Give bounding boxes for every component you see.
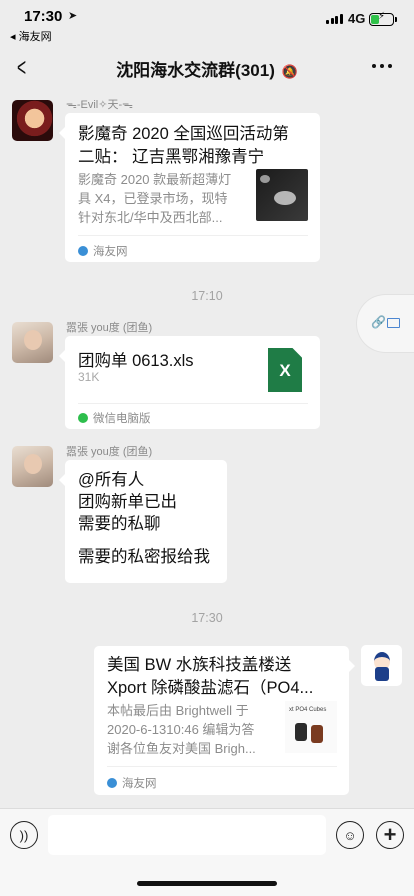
text-message-bubble[interactable]: @所有人 团购新单已出 需要的私聊 需要的私密报给我 (59, 460, 227, 583)
more-icon[interactable] (372, 64, 392, 68)
file-message-bubble[interactable]: 团购单 0613.xls 31K X 微信电脑版 (59, 336, 320, 429)
file-source: 微信电脑版 (78, 410, 151, 426)
wechat-pc-icon (78, 413, 88, 423)
avatar-tuanyu[interactable] (12, 446, 53, 487)
avatar-self[interactable] (361, 645, 402, 686)
timestamp: 17:10 (191, 289, 223, 303)
home-indicator[interactable] (137, 881, 277, 886)
divider (78, 235, 308, 236)
site-logo-icon (107, 778, 117, 788)
timestamp: 17:30 (191, 611, 223, 625)
source-label: 海友网 (93, 246, 128, 258)
card-thumbnail: xt PO4 Cubes (285, 701, 337, 753)
excel-file-icon: X (268, 348, 302, 392)
plus-icon[interactable]: + (376, 821, 404, 849)
article-card-bubble[interactable]: 美国 BW 水族科技盖楼送 Xport 除磷酸盐滤石（PO4... 本帖最后由 … (94, 646, 355, 795)
site-logo-icon (78, 246, 88, 256)
location-arrow-icon: ➤ (68, 10, 78, 22)
paperclip-icon: 🔗 (371, 315, 386, 329)
article-card-bubble[interactable]: 影魔奇 2020 全国巡回活动第 二贴： 辽吉黑鄂湘豫青宁 影魔奇 2020 款… (59, 113, 320, 262)
card-description: 影魔奇 2020 款最新超薄灯 具 X4，已登录市场，现特 针对东北/华中及西北… (78, 172, 232, 225)
message-input[interactable] (48, 815, 326, 855)
back-to-app-link[interactable]: ◂ 海友网 (10, 28, 52, 44)
avatar-tuanyu[interactable] (12, 322, 53, 363)
card-thumbnail (256, 169, 308, 221)
status-bar: 17:30 ➤ ◂ 海友网 4G ⚡ (0, 0, 414, 44)
message-text: @所有人 团购新单已出 需要的私聊 需要的私密报给我 (78, 471, 210, 566)
sender-name: 嚣張 you度 (团鱼) (66, 446, 153, 458)
source-label: 海友网 (122, 778, 157, 790)
chat-header: < 沈阳海水交流群(301) 🔕 (0, 44, 414, 88)
divider (107, 766, 337, 767)
file-size: 31K (78, 370, 100, 384)
status-time: 17:30 (24, 8, 63, 25)
group-name: 沈阳海水交流群(301) (116, 61, 275, 80)
voice-icon[interactable]: )) (10, 821, 38, 849)
avatar-evil[interactable] (12, 100, 53, 141)
emoji-icon[interactable]: ☺ (336, 821, 364, 849)
card-title: 影魔奇 2020 全国巡回活动第 二贴： 辽吉黑鄂湘豫青宁 (78, 125, 289, 166)
signal-icon (326, 14, 343, 24)
card-source: 海友网 (78, 243, 128, 259)
floating-window-tab[interactable]: 🔗 (357, 295, 414, 352)
sender-name: 嚣張 you度 (团鱼) (66, 322, 153, 334)
source-label: 微信电脑版 (93, 413, 151, 425)
network-type: 4G (348, 11, 366, 26)
bell-off-icon: 🔕 (281, 64, 298, 79)
doc-thumbnail-icon (387, 318, 400, 328)
card-title: 美国 BW 水族科技盖楼送 Xport 除磷酸盐滤石（PO4... (107, 656, 314, 697)
divider (78, 403, 308, 404)
card-description: 本帖最后由 Brightwell 于 2020-6-1310:46 编辑为答 谢… (107, 703, 256, 756)
chat-title: 沈阳海水交流群(301) 🔕 (0, 56, 414, 81)
battery-icon: ⚡ (369, 11, 397, 26)
card-source: 海友网 (107, 775, 157, 791)
file-name: 团购单 0613.xls (78, 352, 194, 370)
sender-name: ᯓ-Evil✧天-ᯓ (66, 99, 133, 111)
